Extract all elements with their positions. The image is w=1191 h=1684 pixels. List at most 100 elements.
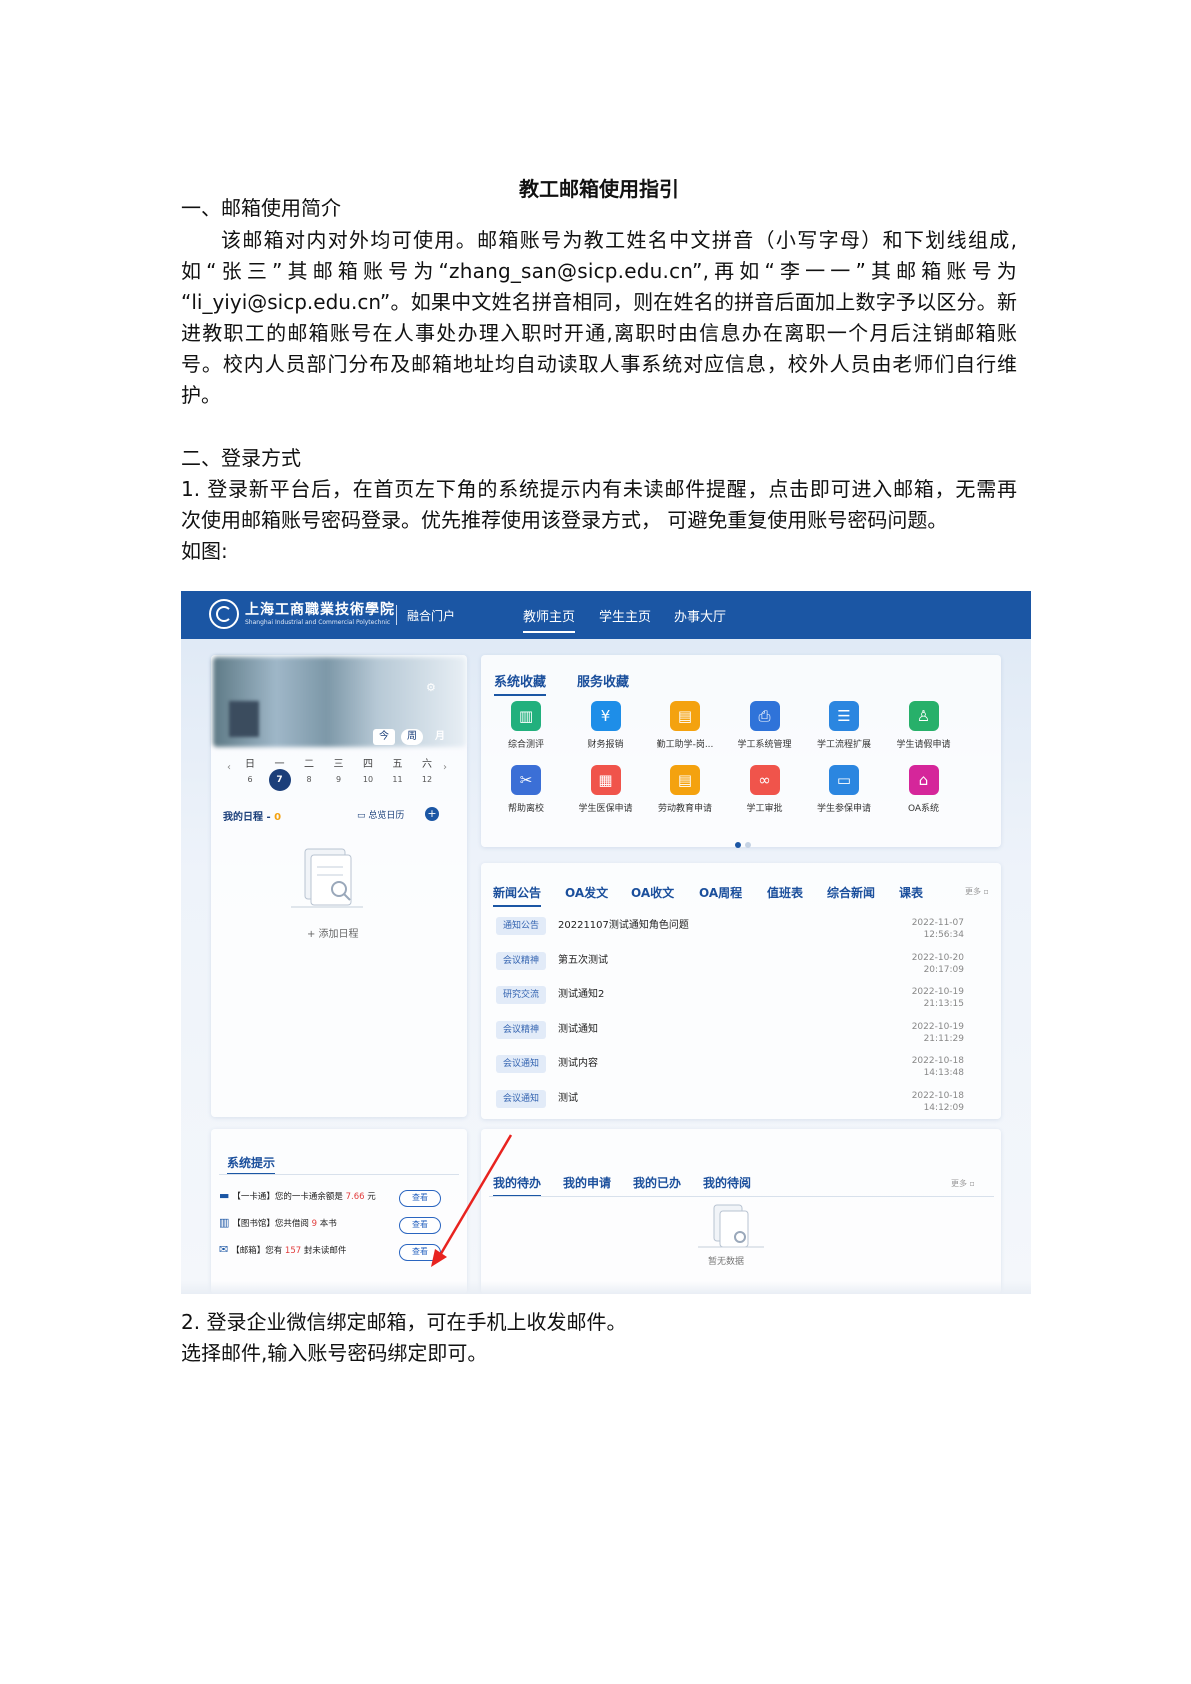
overview-calendar-link[interactable]: ▭ 总览日历 — [357, 808, 404, 821]
app-label[interactable]: 综合测评 — [487, 737, 565, 750]
news-tab[interactable]: 课表 — [899, 884, 923, 901]
calendar-prev-icon[interactable]: ‹ — [227, 762, 231, 773]
calendar-day[interactable]: 10 — [357, 769, 379, 791]
news-date: 2022-10-19 21:13:15 — [912, 986, 964, 1010]
app-label[interactable]: 勤工助学-岗... — [646, 737, 724, 750]
app-label[interactable]: 学工审批 — [726, 801, 804, 814]
news-row[interactable]: 通知公告 20221107测试通知角色问题 2022-11-07 12:56:34 — [486, 913, 976, 949]
tasks-more-link[interactable]: 更多 ▫ — [951, 1178, 975, 1189]
calendar-day[interactable]: 12 — [416, 769, 438, 791]
weekday-label: 六 — [422, 759, 432, 770]
section2-heading: 二、登录方式 — [181, 446, 301, 470]
logo-divider — [396, 605, 397, 625]
section1-line-5: 号。校内人员部门分布及邮箱地址均自动读取人事系统对应信息，校外人员由老师们自行维 — [181, 352, 1017, 376]
news-tag: 研究交流 — [496, 986, 546, 1004]
nav-teacher-home[interactable]: 教师主页 — [523, 606, 576, 633]
news-title[interactable]: 测试 — [558, 1089, 578, 1104]
view-today-button[interactable]: 今 — [373, 729, 395, 745]
carousel-dot[interactable] — [745, 842, 751, 848]
system-tip-row: ▬ 【一卡通】您的一卡通余额是 7.66 元查看 — [219, 1189, 449, 1209]
bottom-fade — [181, 1281, 1031, 1294]
news-title[interactable]: 20221107测试通知角色问题 — [558, 916, 689, 931]
news-date-time: 20:17:09 — [923, 964, 964, 975]
news-row[interactable]: 会议通知 测试内容 2022-10-18 14:13:48 — [486, 1051, 976, 1087]
news-tab[interactable]: 值班表 — [767, 884, 803, 901]
news-tab[interactable]: 新闻公告 — [493, 884, 542, 907]
app-label[interactable]: 学生请假申请 — [885, 737, 963, 750]
news-tab[interactable]: 综合新闻 — [827, 884, 875, 901]
section2-line-1: 1. 登录新平台后，在首页左下角的系统提示内有未读邮件提醒，点击即可进入邮箱，无… — [181, 477, 1017, 501]
weekday-label: 日 — [245, 759, 255, 770]
yen-icon[interactable]: ¥ — [590, 701, 621, 731]
add-schedule-icon[interactable]: + — [425, 807, 439, 821]
task-tab[interactable]: 我的待阅 — [703, 1174, 751, 1191]
system-tip-row: ✉ 【邮箱】您有 157 封未读邮件 查看 — [219, 1243, 449, 1263]
news-row[interactable]: 研究交流 测试通知2 2022-10-19 21:13:15 — [486, 982, 976, 1018]
id-card-icon[interactable]: ▤ — [670, 765, 700, 795]
task-tab[interactable]: 我的已办 — [633, 1174, 681, 1191]
add-schedule-link[interactable]: + 添加日程 — [307, 925, 359, 940]
carousel-dot-active[interactable] — [735, 842, 741, 848]
building-icon[interactable]: ▦ — [590, 765, 621, 795]
news-row[interactable]: 会议通知 测试 2022-10-18 14:12:09 — [486, 1086, 976, 1122]
app-label[interactable]: 学工流程扩展 — [805, 737, 883, 750]
news-row[interactable]: 会议精神 测试通知 2022-10-19 21:11:29 — [486, 1017, 976, 1053]
calendar-day[interactable]: 11 — [387, 769, 409, 791]
tip-value: 7.66 — [345, 1192, 365, 1202]
news-date: 2022-11-07 12:56:34 — [912, 917, 964, 941]
app-label[interactable]: 学生医保申请 — [567, 801, 645, 814]
view-week-button[interactable]: 周 — [401, 729, 423, 745]
nav-student-home[interactable]: 学生主页 — [599, 606, 651, 625]
calendar-day[interactable]: 6 — [239, 769, 261, 791]
flow-icon[interactable]: ∞ — [749, 765, 780, 795]
app-label[interactable]: 帮助离校 — [487, 801, 565, 814]
task-tab[interactable]: 我的申请 — [563, 1174, 611, 1191]
news-title[interactable]: 第五次测试 — [558, 951, 608, 966]
calendar-day[interactable]: 7 — [268, 769, 291, 791]
news-tab[interactable]: OA周程 — [699, 884, 742, 901]
news-title[interactable]: 测试内容 — [558, 1054, 598, 1069]
news-tab[interactable]: OA发文 — [565, 884, 608, 901]
weekday-label: 四 — [363, 759, 373, 770]
bank-icon[interactable]: ⌂ — [908, 765, 939, 795]
portal-name: 融合门户 — [407, 609, 456, 623]
settings-gear-icon[interactable]: ⚙ — [426, 681, 436, 694]
tools-icon[interactable]: ✂ — [511, 765, 541, 795]
news-title[interactable]: 测试通知 — [558, 1020, 598, 1035]
app-label[interactable]: 劳动教育申请 — [646, 801, 724, 814]
list-icon[interactable]: ☰ — [829, 701, 859, 731]
tip-value: 157 — [284, 1246, 302, 1256]
tab-service-favorites[interactable]: 服务收藏 — [577, 671, 629, 690]
card-icon[interactable]: ▭ — [829, 765, 859, 795]
news-tag: 会议通知 — [496, 1089, 546, 1108]
section1-line-3: “li_yiyi@sicp.edu.cn”。如果中文姓名拼音相同，则在姓名的拼音… — [181, 290, 1017, 314]
chart-icon[interactable]: ▥ — [511, 701, 541, 731]
calendar-day[interactable]: 9 — [328, 769, 350, 791]
news-date-time: 14:12:09 — [923, 1102, 964, 1113]
nav-service-hall[interactable]: 办事大厅 — [674, 606, 726, 625]
app-label[interactable]: 学工系统管理 — [726, 737, 804, 750]
calendar-day[interactable]: 8 — [298, 769, 320, 791]
news-tag: 会议精神 — [496, 1020, 546, 1039]
view-month-button[interactable]: 月 — [429, 729, 451, 745]
app-label[interactable]: 财务报销 — [567, 737, 645, 750]
news-more-link[interactable]: 更多 ▫ — [965, 886, 989, 897]
tab-system-favorites[interactable]: 系统收藏 — [494, 671, 547, 696]
system-tip-row: ▥ 【图书馆】您共借阅 9 本书 查看 — [219, 1216, 449, 1236]
id-card-icon[interactable]: ▤ — [670, 701, 700, 731]
tip-suffix: 封未读邮件 — [301, 1246, 347, 1256]
calendar-icon: ▭ — [357, 811, 366, 821]
news-row[interactable]: 会议精神 第五次测试 2022-10-20 20:17:09 — [486, 948, 976, 984]
section1-line-6: 护。 — [181, 383, 221, 407]
calendar-next-icon[interactable]: › — [443, 762, 447, 773]
print-icon[interactable]: ⎙ — [749, 701, 780, 731]
news-title[interactable]: 测试通知2 — [558, 985, 604, 1000]
app-label[interactable]: 学生参保申请 — [805, 801, 883, 814]
news-tag: 通知公告 — [496, 917, 546, 935]
no-data-label: 暂无数据 — [708, 1257, 745, 1267]
app-label[interactable]: OA系统 — [885, 801, 963, 814]
news-date: 2022-10-18 14:12:09 — [912, 1090, 964, 1114]
news-date-day: 2022-10-18 — [911, 1056, 964, 1066]
person-icon[interactable]: ♙ — [908, 701, 939, 731]
news-tab[interactable]: OA收文 — [631, 884, 674, 901]
